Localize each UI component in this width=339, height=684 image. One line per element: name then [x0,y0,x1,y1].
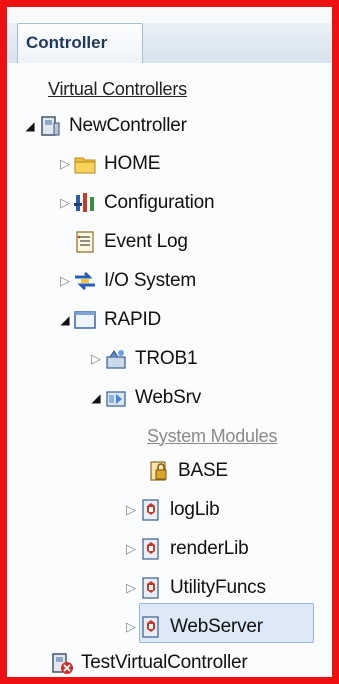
group-header-label: Virtual Controllers [48,78,187,99]
tree-item-label: NewController [69,115,187,136]
tab-strip: Controller [7,23,332,64]
tree-item-label: Event Log [104,231,188,252]
expand-arrow-closed-icon[interactable]: ▷ [57,273,73,289]
io-system-icon [73,269,97,293]
tree-item-utilityfuncs[interactable]: ▷ UtilityFuncs [123,573,266,603]
expand-arrow-closed-icon[interactable]: ▷ [88,351,104,367]
tab-controller[interactable]: Controller [17,23,143,63]
tree-item-event-log[interactable]: Event Log [57,227,188,257]
group-header-label: System Modules [147,425,278,446]
tree-item-loglib[interactable]: ▷ logLib [123,495,220,525]
configuration-icon [73,191,97,215]
task-icon [104,347,128,371]
event-log-icon [73,230,97,254]
controller-icon [38,114,62,138]
group-header-virtual-controllers: Virtual Controllers [48,74,187,104]
module-lock-icon [147,459,171,483]
module-icon [139,576,163,600]
tree-item-label: Configuration [104,192,215,213]
tree-item-label: I/O System [104,270,196,291]
tree-item-label: WebSrv [135,387,202,408]
tree-item-io-system[interactable]: ▷ I/O System [57,266,196,296]
group-header-system-modules: System Modules [147,421,277,451]
tree-item-label: TROB1 [135,348,198,369]
module-icon [139,537,163,561]
tree-item-label: RAPID [104,309,162,330]
tree-item-label: WebServer [170,616,263,637]
tree-item-newcontroller[interactable]: ◢ NewController [22,111,187,141]
tree-item-label: logLib [170,499,220,520]
tree-item-home[interactable]: ▷ HOME [57,149,160,179]
tab-controller-label: Controller [26,33,108,52]
expand-arrow-open-icon[interactable]: ◢ [88,391,104,405]
module-icon [139,615,163,639]
expand-arrow-closed-icon[interactable]: ▷ [123,502,139,518]
folder-icon [73,152,97,176]
tree-item-label: UtilityFuncs [170,577,266,598]
expand-arrow-closed-icon[interactable]: ▷ [123,580,139,596]
expand-arrow-closed-icon[interactable]: ▷ [123,541,139,557]
tree-item-label: TestVirtualController [81,652,248,673]
tree-item-websrv[interactable]: ◢ WebSrv [88,383,201,413]
tree-item-label: HOME [104,153,161,174]
tree-item-label: BASE [178,460,228,481]
tree-item-configuration[interactable]: ▷ Configuration [57,188,215,218]
expand-arrow-closed-icon[interactable]: ▷ [57,195,73,211]
tree-item-rapid[interactable]: ◢ RAPID [57,305,161,335]
tree-item-base[interactable]: BASE [135,456,228,486]
expand-arrow-closed-icon[interactable]: ▷ [123,619,139,635]
expand-arrow-closed-icon[interactable]: ▷ [57,156,73,172]
tree-item-label: renderLib [170,538,249,559]
tree-item-webserver[interactable]: ▷ WebServer [123,612,263,642]
expand-arrow-open-icon[interactable]: ◢ [57,313,73,327]
tree-item-testvirtualcontroller[interactable]: TestVirtualController [50,648,248,678]
task-icon [104,386,128,410]
expand-arrow-open-icon[interactable]: ◢ [22,119,38,133]
tree-item-trob1[interactable]: ▷ TROB1 [88,344,198,374]
tree-item-renderlib[interactable]: ▷ renderLib [123,534,249,564]
rapid-icon [73,308,97,332]
controller-error-icon [50,651,74,675]
module-icon [139,498,163,522]
